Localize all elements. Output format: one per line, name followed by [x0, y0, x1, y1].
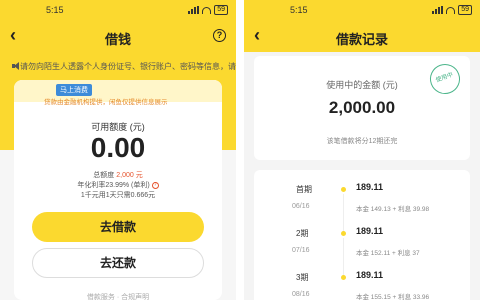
period-label: 3期: [296, 273, 309, 282]
installment-detail: 本金 155.15 + 利息 33.96: [356, 294, 430, 300]
installment-row[interactable]: 3期 08/16 189.11 本金 155.15 + 利息 33.96: [254, 258, 470, 300]
installment-detail: 本金 149.13 + 利息 39.98: [356, 206, 430, 213]
installment-row[interactable]: 2期 07/16 189.11 本金 152.11 + 利息 37: [254, 214, 470, 278]
borrow-screen: 5:15 59 ‹ 借钱 ? 请勿向陌生人透露个人身份证号、银行账户、密码等信息…: [0, 0, 236, 300]
installment-note: 该笔借款将分12期还完: [326, 138, 398, 145]
signal-icon: [188, 6, 200, 14]
installment-row[interactable]: 首期 06/16 189.11 本金 149.13 + 利息 39.98: [254, 170, 470, 234]
battery-icon: 59: [214, 5, 228, 15]
help-icon[interactable]: ?: [213, 29, 226, 42]
timeline-dot: [341, 275, 346, 280]
installment-amount: 189.11: [356, 270, 384, 280]
page-title: 借钱: [104, 32, 131, 47]
question-icon[interactable]: ?: [151, 181, 159, 189]
status-bar: 5:15 59: [244, 0, 480, 20]
due-date: 07/16: [292, 247, 310, 254]
notice-text: 请勿向陌生人透露个人身份证号、银行账户、密码等信息，请: [20, 61, 236, 71]
period-label: 首期: [296, 185, 312, 194]
rate-text: 年化利率23.99% (单利): [77, 182, 150, 189]
status-time: 5:15: [290, 5, 308, 15]
total-amount: 2,000 元: [116, 172, 143, 179]
nav-bar: ‹ 借钱 ?: [0, 20, 236, 52]
timeline-dot: [341, 231, 346, 236]
notice-bar: 请勿向陌生人透露个人身份证号、银行账户、密码等信息，请: [0, 57, 236, 75]
footer-link[interactable]: 借款服务 · 合规声明: [14, 292, 222, 300]
page-title: 借款记录: [335, 32, 388, 47]
status-icons: 59: [188, 5, 228, 15]
lender-tip: 贷款由金融机构提供，闲鱼仅提供信息展示: [44, 99, 168, 106]
status-icons: 59: [432, 5, 472, 15]
credit-card: 马上消费 贷款由金融机构提供，闲鱼仅提供信息展示 可用额度 (元) 0.00 总…: [14, 80, 222, 300]
total-label: 总额度: [93, 172, 115, 179]
installment-amount: 189.11: [356, 226, 384, 236]
speaker-icon: [12, 62, 19, 70]
lender-badge: 马上消费: [56, 84, 92, 96]
installment-detail: 本金 152.11 + 利息 37: [356, 250, 420, 257]
borrow-button[interactable]: 去借款: [32, 212, 204, 242]
in-use-label: 使用中的金额 (元): [326, 80, 398, 90]
battery-icon: 59: [458, 5, 472, 15]
signal-icon: [432, 6, 444, 14]
timeline-dot: [341, 187, 346, 192]
loan-record-screen: 5:15 59 ‹ 借款记录 使用中 使用中的金额 (元) 2,000.00 该…: [244, 0, 480, 300]
installment-amount: 189.11: [356, 182, 384, 192]
in-use-card: 使用中 使用中的金额 (元) 2,000.00 该笔借款将分12期还完: [254, 56, 470, 160]
nav-bar: ‹ 借款记录: [244, 20, 480, 52]
repay-button[interactable]: 去还款: [32, 248, 204, 278]
status-time: 5:15: [46, 5, 64, 15]
available-amount: 0.00: [90, 132, 146, 163]
period-label: 2期: [296, 229, 309, 238]
wifi-icon: [446, 6, 456, 14]
status-bar: 5:15 59: [0, 0, 236, 20]
due-date: 06/16: [292, 203, 310, 210]
total-limit: 总额度 2,000 元: [14, 170, 222, 180]
due-date: 08/16: [292, 291, 310, 298]
installment-list: 首期 06/16 189.11 本金 149.13 + 利息 39.98 2期 …: [254, 170, 470, 300]
rate-line: 年化利率23.99% (单利) ?: [14, 180, 222, 190]
wifi-icon: [202, 6, 212, 14]
daily-cost: 1千元用1天只需0.666元: [80, 192, 156, 199]
in-use-amount: 2,000.00: [328, 98, 396, 117]
